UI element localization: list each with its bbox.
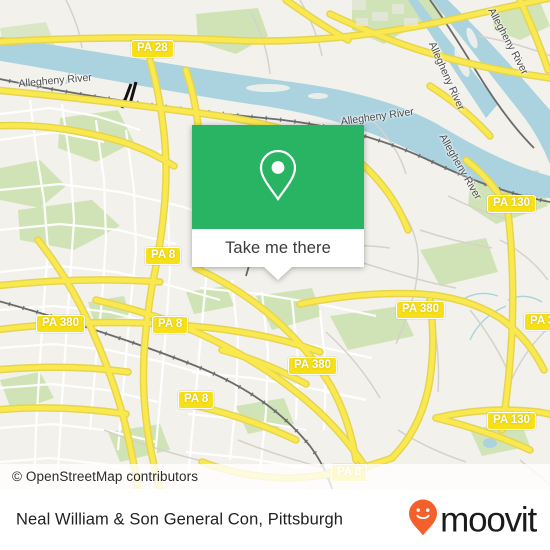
popup-header — [192, 125, 364, 229]
moovit-logo[interactable]: moovit — [408, 498, 537, 541]
moovit-wordmark: moovit — [440, 500, 537, 539]
road-shield: PA 380 — [36, 315, 86, 334]
map-popup[interactable]: Take me there — [192, 125, 364, 280]
road-shield: PA 8 — [145, 247, 182, 266]
take-me-there-button[interactable]: Take me there — [225, 239, 331, 258]
road-shield: PA 130 — [487, 195, 537, 214]
bottom-info-bar: Neal William & Son General Con, Pittsbur… — [0, 489, 550, 550]
location-pin-icon — [258, 148, 298, 207]
road-shield: PA 8 — [152, 316, 189, 335]
road-shield: PA 380 — [288, 357, 338, 376]
popup-pointer — [264, 267, 292, 280]
road-shield: PA 3 — [524, 313, 550, 332]
moovit-smiley-pin-icon — [408, 498, 438, 541]
moovit-map-page: Allegheny River Allegheny River Alleghen… — [0, 0, 550, 550]
page-title: Neal William & Son General Con, Pittsbur… — [16, 510, 344, 528]
popup-footer[interactable]: Take me there — [192, 229, 364, 267]
road-shield: PA 380 — [396, 301, 446, 320]
map-attribution[interactable]: © OpenStreetMap contributors — [0, 464, 550, 489]
road-shield: PA 28 — [131, 40, 174, 59]
road-shield: PA 130 — [487, 412, 537, 431]
road-shield: PA 8 — [178, 391, 215, 410]
